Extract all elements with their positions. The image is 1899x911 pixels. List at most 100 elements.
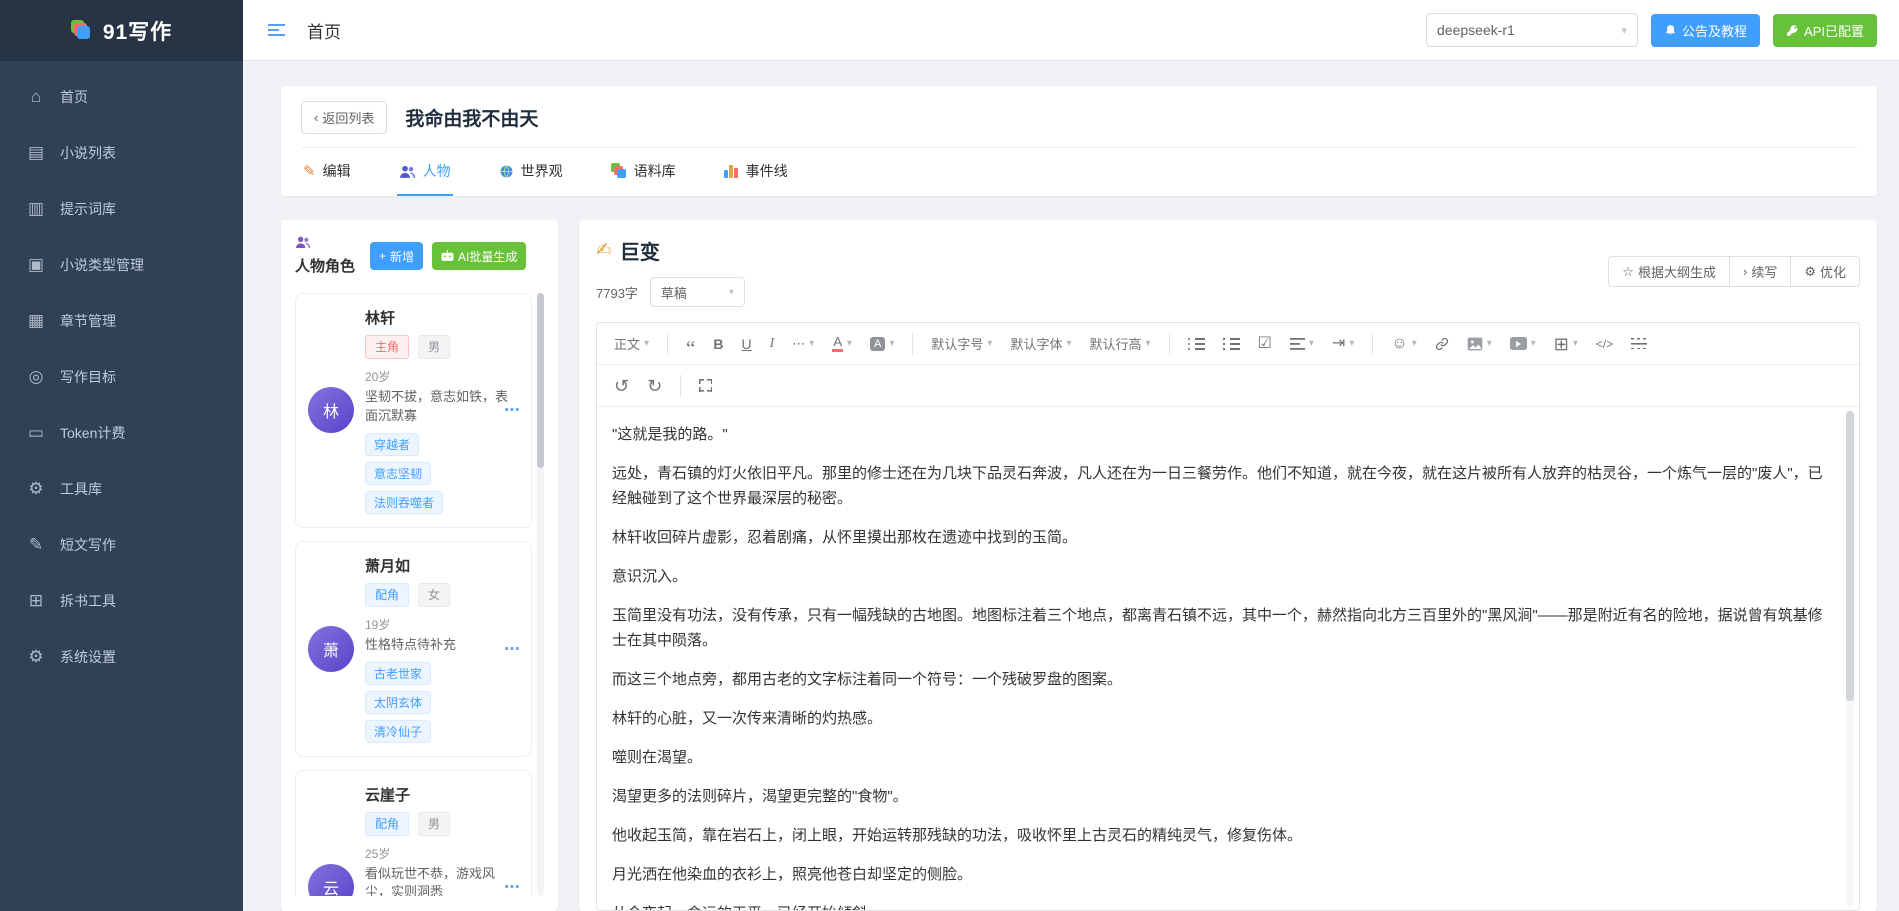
avatar: 萧 [308,625,354,672]
more-actions-icon[interactable]: ⋯ [504,400,521,420]
sidebar-menu: ⌂ 首页 ▤ 小说列表 ▥ 提示词库 ▣ 小说类型管理 ▦ 章节管理 ◎ 写作目… [0,61,243,685]
tab-corpus[interactable]: 语料库 [609,148,678,196]
sidebar-item-chapter-mgmt[interactable]: ▦ 章节管理 [0,293,243,349]
add-character-button[interactable]: + 新增 [370,242,424,270]
pencil-icon: ✎ [28,535,44,554]
back-to-list-button[interactable]: ‹ 返回列表 [301,101,388,134]
paragraph-style-dropdown[interactable]: 正文 ▾ [605,330,658,358]
video-dropdown[interactable]: ▾ [1501,330,1545,358]
blockquote-button[interactable]: “ [677,330,704,358]
novel-title: 我命由我不由天 [405,109,539,130]
tab-characters[interactable]: 人物 [396,148,453,196]
character-card[interactable]: 林 林轩 主角 男 20岁 坚韧不拔，意志如铁，表面沉默寡 穿越者 意志坚韧 法… [295,293,532,528]
target-icon: ◎ [28,367,44,386]
sidebar-item-home[interactable]: ⌂ 首页 [0,69,243,125]
character-tag: 穿越者 [365,432,420,456]
table-dropdown[interactable]: ⊞ ▾ [1545,330,1587,358]
home-icon: ⌂ [30,87,42,106]
character-list-scrollbar-thumb[interactable] [537,293,544,468]
sidebar-item-novel-type[interactable]: ▣ 小说类型管理 [0,237,243,293]
ai-batch-generate-button[interactable]: AI批量生成 [432,242,527,270]
ordered-list-button[interactable] [1214,330,1249,358]
sidebar-item-short-writing[interactable]: ✎ 短文写作 [0,517,243,573]
font-color-dropdown[interactable]: A ▾ [823,330,861,358]
people-icon [295,235,312,250]
editor-actions: ☆ 根据大纲生成 › 续写 ⚙ 优化 [1608,256,1860,287]
collapse-sidebar-icon[interactable] [268,23,285,37]
underline-icon: U [741,335,752,352]
highlight-color-dropdown[interactable]: A ▾ [861,330,903,358]
editor-toolbar-row-2: ↺ ↻ [597,365,1859,407]
chevron-left-icon: ‹ [314,110,319,125]
model-select[interactable]: deepseek-r1 ▾ [1426,13,1639,47]
emoji-dropdown[interactable]: ☺ ▾ [1382,330,1425,358]
edit-pencil-icon: ✎ [303,162,316,180]
optimize-button[interactable]: ⚙ 优化 [1790,256,1860,287]
more-formats-dropdown[interactable]: ⋯ ▾ [783,330,823,358]
main-content: ‹ 返回列表 我命由我不由天 ✎ 编辑 人物 世界观 语料库 事件线 人物角色 … [243,61,1899,911]
app-logo[interactable]: 91写作 [0,0,243,61]
line-height-dropdown[interactable]: 默认行高 ▾ [1081,330,1160,358]
continue-writing-button[interactable]: › 续写 [1728,256,1792,287]
editor-scrollbar-thumb[interactable] [1846,411,1854,701]
editor-header: ✍ 巨变 7793字 草稿 ▾ ☆ 根据大纲生成 › 续写 ⚙ 优化 [596,236,1860,307]
fullscreen-button[interactable] [690,372,721,400]
key-icon [1787,24,1798,36]
code-icon: </> [1595,336,1614,351]
redo-button[interactable]: ↻ [638,372,671,400]
sidebar-item-writing-goal[interactable]: ◎ 写作目标 [0,349,243,405]
character-description: 看似玩世不恭，游戏风尘，实则洞悉 [365,865,496,896]
breadcrumb[interactable]: 首页 [307,18,341,43]
sidebar-item-system-settings[interactable]: ⚙ 系统设置 [0,629,243,685]
italic-button[interactable]: I [761,330,784,358]
editor-content[interactable]: "这就是我的路。" 远处，青石镇的灯火依旧平凡。那里的修士还在为几块下品灵石奔波… [597,407,1859,910]
generate-from-outline-button[interactable]: ☆ 根据大纲生成 [1608,256,1730,287]
paragraph: 林轩的心脏，又一次传来清晰的灼热感。 [612,710,883,727]
toolbar-separator [912,332,914,355]
code-block-button[interactable]: </> [1587,330,1622,358]
indent-icon: ⇥ [1331,334,1346,352]
paragraph: 林轩收回碎片虚影，忍着剧痛，从怀里摸出那枚在遗迹中找到的玉简。 [612,529,1078,546]
fullscreen-icon [699,379,713,392]
character-tag: 清冷仙子 [365,719,432,743]
redo-icon: ↻ [647,375,663,396]
sidebar-item-tool-library[interactable]: ⚙ 工具库 [0,461,243,517]
sidebar-item-novel-list[interactable]: ▤ 小说列表 [0,125,243,181]
image-dropdown[interactable]: ▾ [1458,330,1501,358]
toolbar-separator [667,332,669,355]
bold-button[interactable]: B [704,330,732,358]
divider-button[interactable] [1622,330,1656,358]
task-list-button[interactable]: ☑ [1249,330,1281,358]
character-card[interactable]: 云 云崖子 配角 男 25岁 看似玩世不恭，游戏风尘，实则洞悉 神秘散修 [295,769,532,896]
announcements-button[interactable]: 公告及教程 [1651,13,1761,47]
link-button[interactable] [1426,330,1458,358]
font-family-dropdown[interactable]: 默认字体 ▾ [1001,330,1080,358]
tab-worldview[interactable]: 世界观 [497,148,565,196]
globe-icon [499,164,514,179]
underline-button[interactable]: U [733,330,761,358]
undo-button[interactable]: ↺ [605,372,638,400]
font-size-dropdown[interactable]: 默认字号 ▾ [922,330,1001,358]
character-card[interactable]: 萧 萧月如 配角 女 19岁 性格特点待补充 古老世家 太阴玄体 清冷仙子 ⋯ [295,540,532,757]
more-actions-icon[interactable]: ⋯ [504,877,521,896]
gear-icon: ⚙ [28,479,44,498]
tab-edit[interactable]: ✎ 编辑 [301,148,353,196]
sidebar-item-token-billing[interactable]: ▭ Token计费 [0,405,243,461]
image-icon [1467,337,1483,350]
tab-timeline[interactable]: 事件线 [722,148,790,196]
bullet-list-icon [1187,337,1205,350]
chapter-status-select[interactable]: 草稿 ▾ [649,277,745,307]
gender-badge: 男 [418,335,451,359]
indent-dropdown[interactable]: ⇥ ▾ [1323,330,1363,358]
character-name: 萧月如 [365,557,411,575]
sidebar-item-prompt-library[interactable]: ▥ 提示词库 [0,181,243,237]
sidebar-item-book-analysis[interactable]: ⊞ 拆书工具 [0,573,243,629]
bullet-list-button[interactable] [1179,330,1214,358]
paragraph: 渴望更多的法则碎片，渴望更完整的"食物"。 [612,788,908,805]
writing-hand-icon: ✍ [596,240,612,261]
api-config-button[interactable]: API已配置 [1773,13,1877,47]
panels-row: 人物角色 + 新增 AI批量生成 林 林轩 主角 男 20岁 坚韧不拔，意志如铁… [281,220,1877,911]
align-dropdown[interactable]: ▾ [1281,330,1323,358]
settings-gear-icon: ⚙ [28,647,44,666]
more-actions-icon[interactable]: ⋯ [504,639,521,659]
